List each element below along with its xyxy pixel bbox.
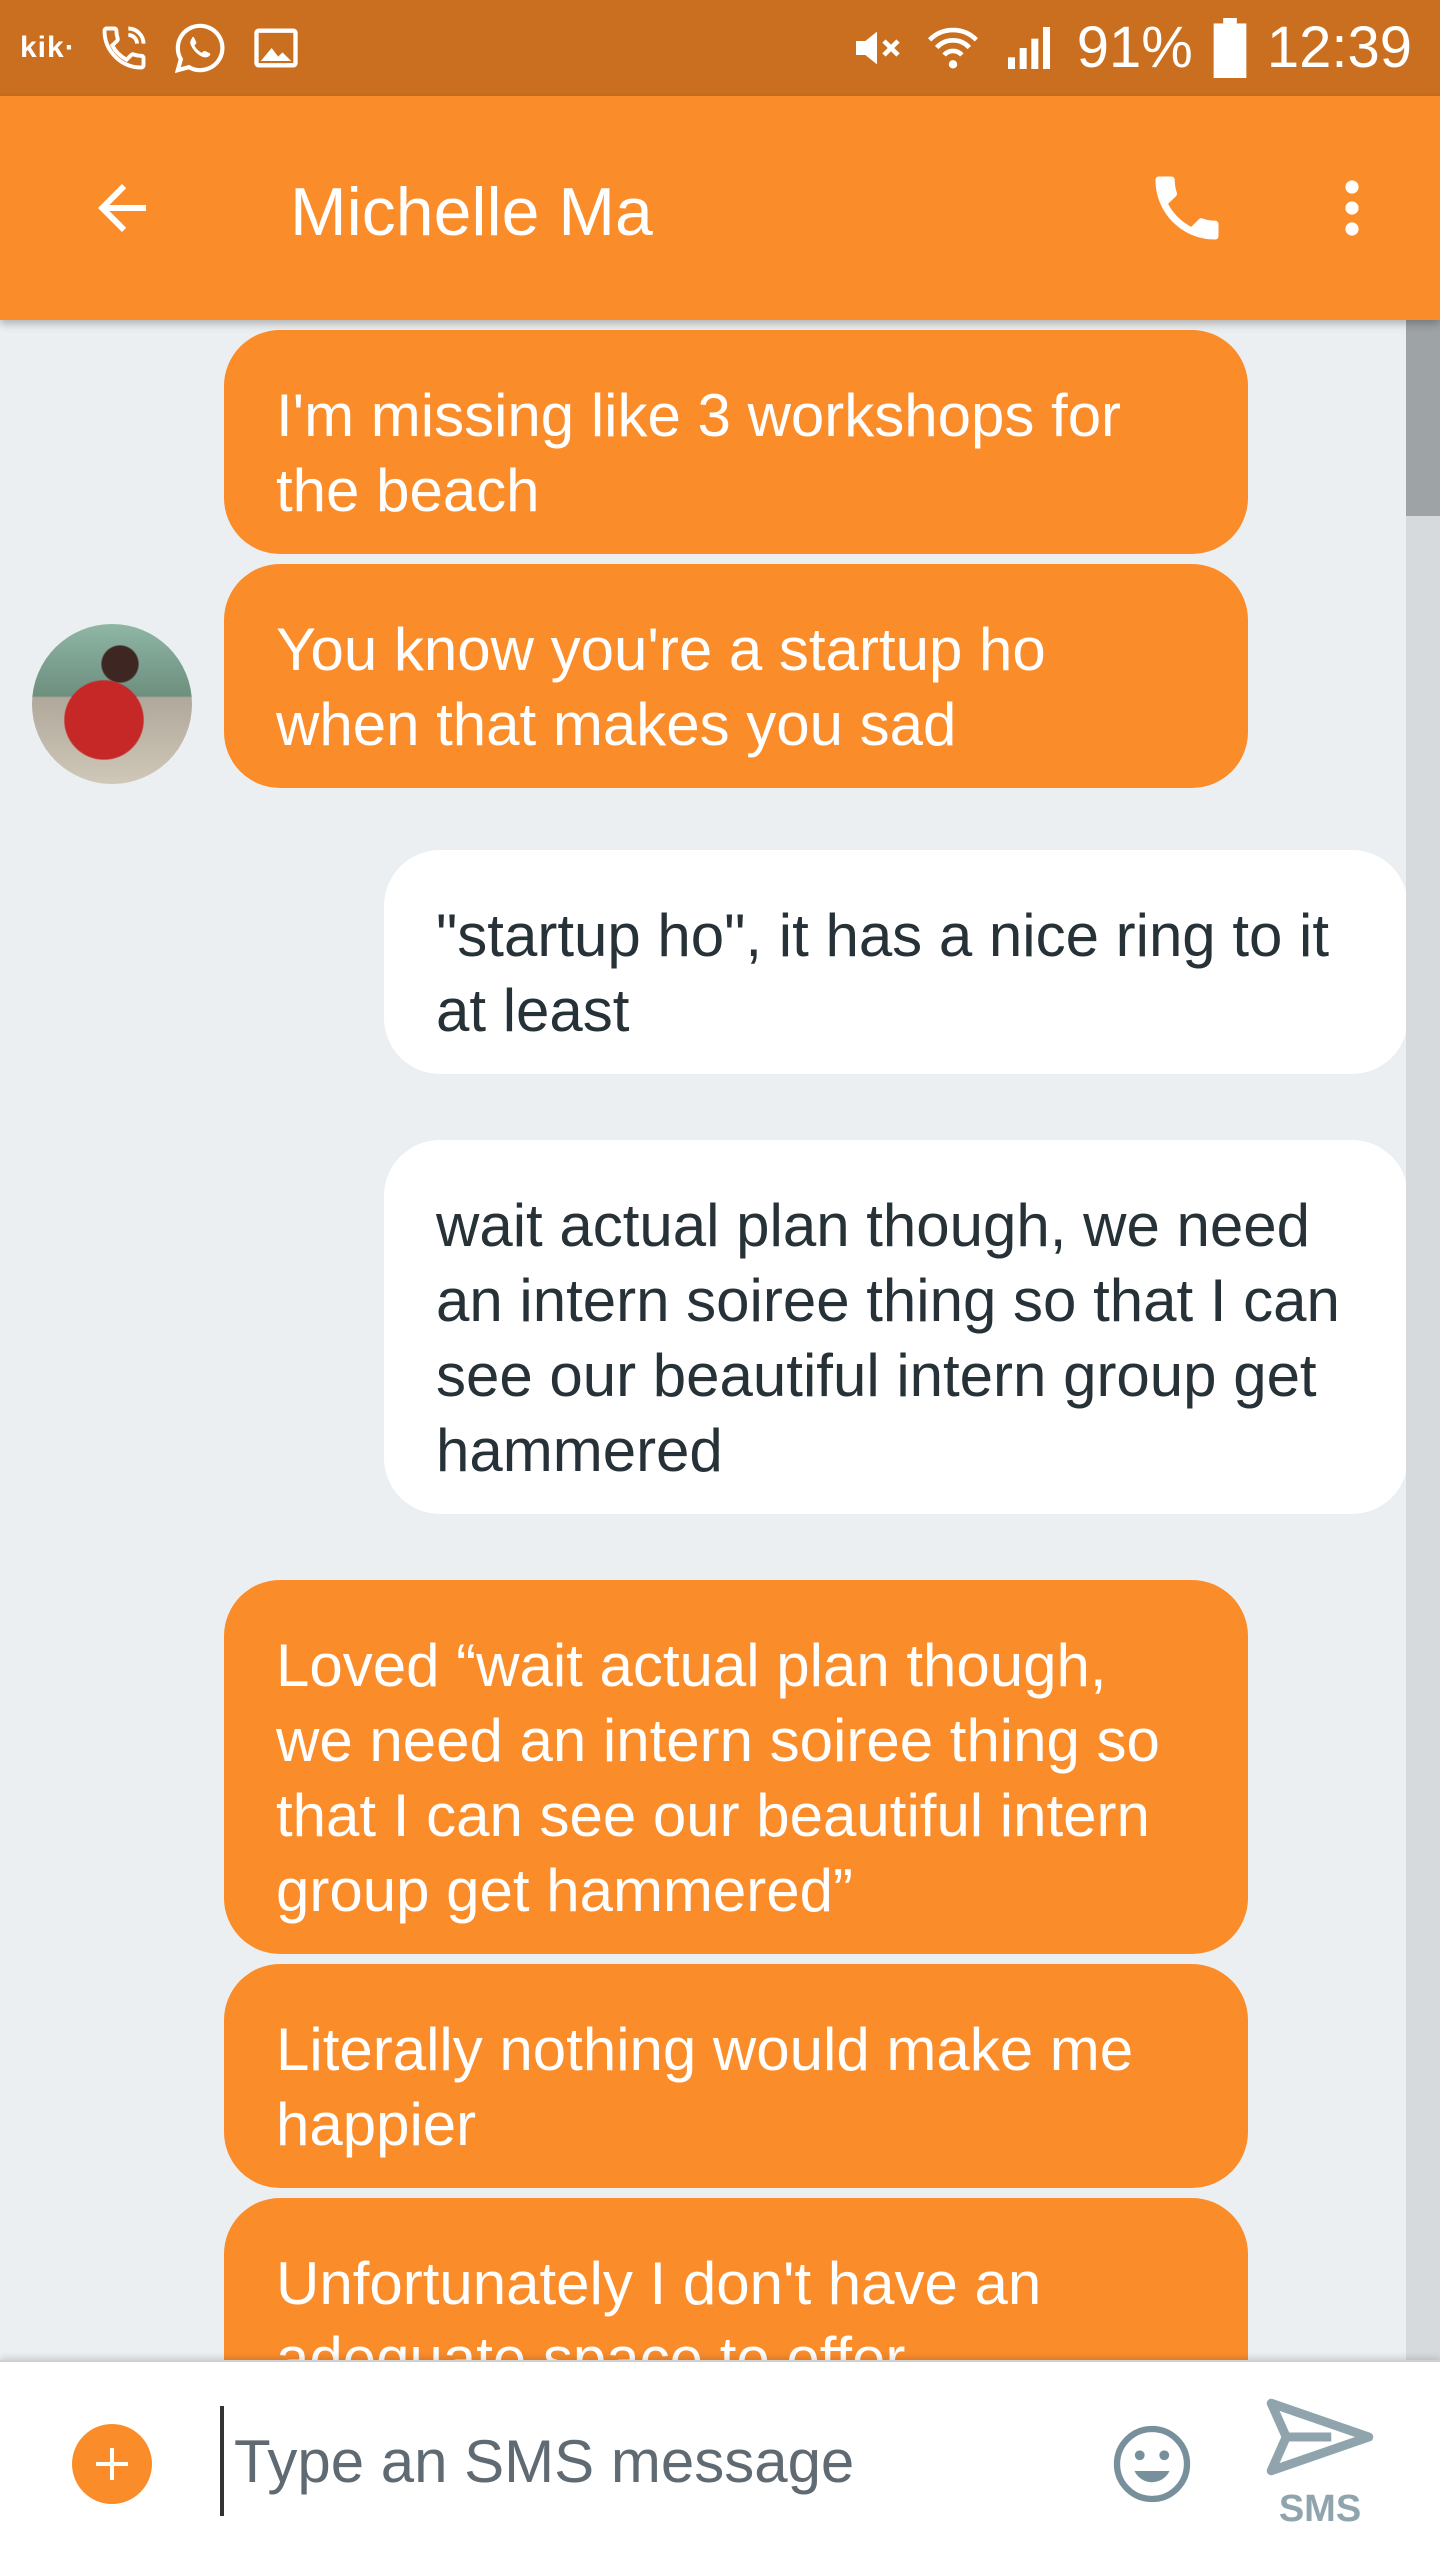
phone-icon	[1155, 176, 1219, 240]
back-button[interactable]	[70, 156, 174, 260]
sms-message-input[interactable]	[220, 2406, 1060, 2516]
message-list[interactable]: I'm missing like 3 workshops for the bea…	[0, 320, 1440, 2360]
status-right-icons: 91% 12:39	[849, 12, 1412, 84]
composer-bar: SMS	[0, 2360, 1440, 2560]
status-left-icons: kik·	[20, 16, 302, 80]
mute-icon	[855, 31, 900, 65]
incoming-message[interactable]: Literally nothing would make me happier	[224, 1964, 1248, 2188]
clock: 12:39	[1266, 15, 1412, 80]
incoming-message[interactable]: Unfortunately I don't have an adequate s…	[224, 2198, 1248, 2360]
more-options-button[interactable]	[1300, 156, 1404, 260]
scrollbar-track[interactable]	[1406, 320, 1440, 2360]
contact-name: Michelle Ma	[290, 174, 653, 250]
contact-avatar[interactable]	[32, 624, 192, 784]
plus-icon	[96, 2448, 128, 2480]
wifi-calling-icon	[102, 26, 146, 70]
image-icon	[254, 28, 298, 68]
incoming-message[interactable]: You know you're a startup ho when that m…	[224, 564, 1248, 788]
smiley-icon	[1113, 2425, 1191, 2503]
call-button[interactable]	[1135, 156, 1239, 260]
send-sms-button[interactable]: SMS	[1260, 2392, 1380, 2542]
battery-icon	[1213, 18, 1247, 78]
send-icon	[1266, 2398, 1374, 2476]
add-attachment-button[interactable]	[72, 2424, 152, 2504]
battery-percent: 91%	[1076, 15, 1193, 80]
outgoing-message[interactable]: "startup ho", it has a nice ring to it a…	[384, 850, 1408, 1074]
whatsapp-icon	[174, 23, 225, 74]
send-label: SMS	[1278, 2488, 1362, 2530]
scrollbar-thumb[interactable]	[1406, 320, 1440, 516]
wifi-icon	[927, 27, 978, 69]
app-bar: Michelle Ma	[0, 96, 1440, 320]
emoji-button[interactable]	[1110, 2422, 1194, 2506]
signal-icon	[1007, 27, 1050, 69]
incoming-message[interactable]: Loved “wait actual plan though, we need …	[224, 1580, 1248, 1954]
status-bar: kik· 91% 12:39	[0, 0, 1440, 96]
outgoing-message[interactable]: wait actual plan though, we need an inte…	[384, 1140, 1408, 1514]
incoming-message[interactable]: I'm missing like 3 workshops for the bea…	[224, 330, 1248, 554]
messaging-screen: kik· 91% 12:39 Michelle Ma I'm missing l…	[0, 0, 1440, 2560]
more-vert-icon	[1345, 180, 1359, 236]
back-arrow-icon	[98, 184, 146, 232]
kik-icon: kik·	[20, 31, 76, 64]
